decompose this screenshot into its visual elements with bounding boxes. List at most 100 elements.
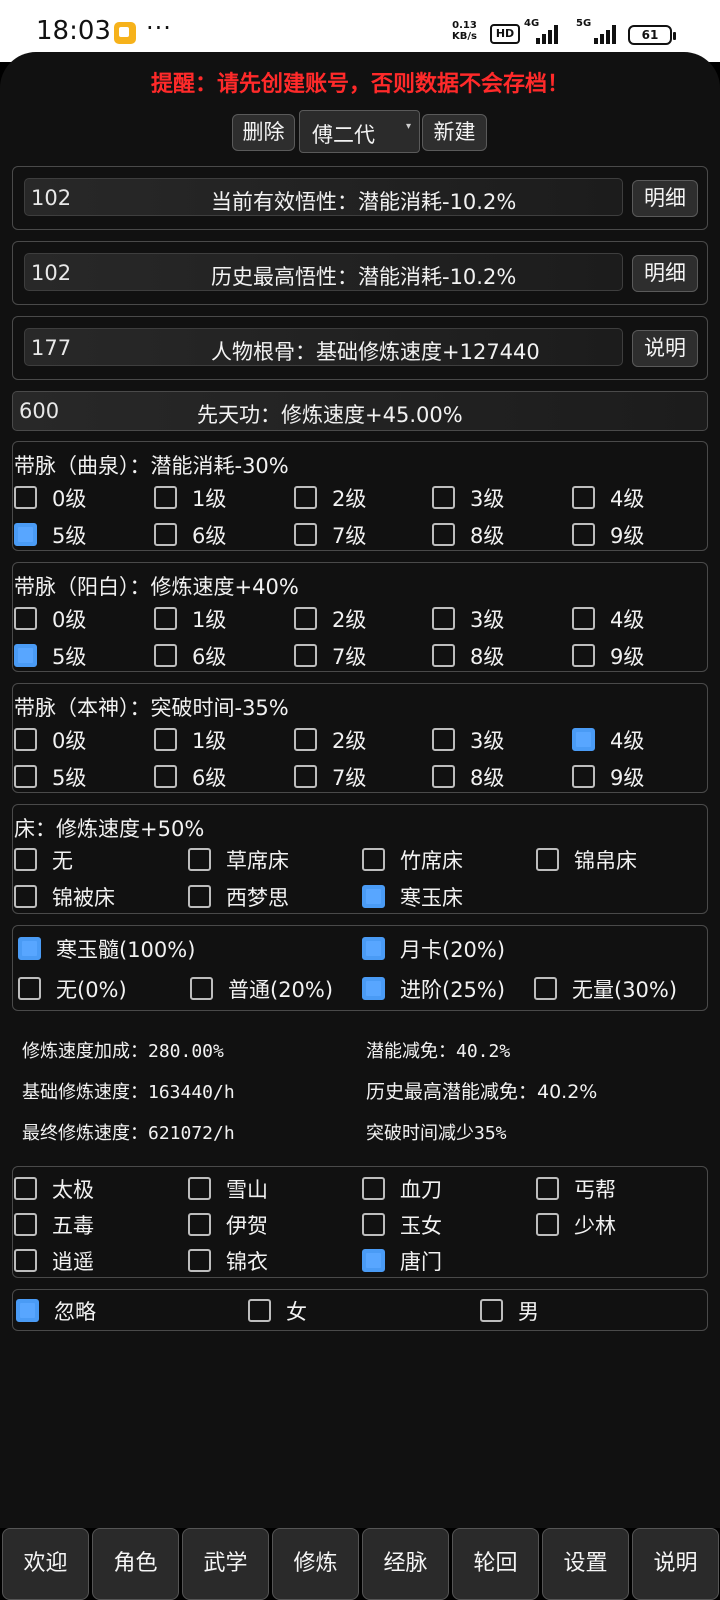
meridian-2-level-checkbox-0[interactable] [14, 728, 37, 751]
sect-checkbox-4[interactable] [14, 1213, 37, 1236]
meridian-0-level-checkbox-4[interactable] [572, 486, 595, 509]
meridian-0-level-checkbox-2[interactable] [294, 486, 317, 509]
bed-checkbox-3[interactable] [536, 848, 559, 871]
bed-label-3: 锦帛床 [574, 849, 637, 873]
bed-label-5: 西梦思 [226, 886, 289, 910]
meridian-0-level-checkbox-9[interactable] [572, 523, 595, 546]
meridian-2-level-checkbox-4[interactable] [572, 728, 595, 751]
sect-label-5: 伊贺 [226, 1214, 268, 1238]
meridian-2-level-label-0: 0级 [52, 729, 87, 753]
sect-checkbox-3[interactable] [536, 1177, 559, 1200]
account-select[interactable]: 傅二代 ▾ [299, 110, 420, 153]
bed-checkbox-6[interactable] [362, 885, 385, 908]
innate-skill-field[interactable]: 600 先天功：修炼速度+45.00% [12, 391, 708, 431]
hist-comprehension-detail-button[interactable]: 明细 [632, 255, 698, 292]
comprehension-value: 102 [31, 186, 72, 210]
gender-label-0: 忽略 [54, 1300, 96, 1324]
sect-checkbox-6[interactable] [362, 1213, 385, 1236]
meridian-1-level-checkbox-8[interactable] [432, 644, 455, 667]
sect-label-8: 逍遥 [52, 1250, 94, 1274]
gender-checkbox-0[interactable] [16, 1299, 39, 1322]
item-row2-checkbox-0[interactable] [18, 977, 41, 1000]
gender-checkbox-2[interactable] [480, 1299, 503, 1322]
hist-comprehension-field[interactable]: 102 历史最高悟性：潜能消耗-10.2% [24, 253, 623, 291]
meridian-0-level-checkbox-6[interactable] [154, 523, 177, 546]
account-select-value: 傅二代 [312, 123, 375, 147]
sect-checkbox-1[interactable] [188, 1177, 211, 1200]
meridian-1-level-label-7: 7级 [332, 645, 367, 669]
meridian-1-level-checkbox-9[interactable] [572, 644, 595, 667]
item-row1-checkbox-0[interactable] [18, 937, 41, 960]
gender-checkbox-1[interactable] [248, 1299, 271, 1322]
meridian-1-level-label-1: 1级 [192, 608, 227, 632]
meridian-1-level-checkbox-2[interactable] [294, 607, 317, 630]
battery-icon: 61 [628, 25, 676, 45]
delete-button[interactable]: 删除 [232, 114, 295, 151]
gender-label-2: 男 [518, 1300, 539, 1324]
meridian-0-level-label-9: 9级 [610, 524, 645, 548]
item-row1-checkbox-1[interactable] [362, 937, 385, 960]
hist-comprehension-value: 102 [31, 261, 72, 285]
new-button[interactable]: 新建 [422, 114, 487, 151]
meridian-2-level-checkbox-1[interactable] [154, 728, 177, 751]
meridian-1-level-checkbox-3[interactable] [432, 607, 455, 630]
meridian-1-level-checkbox-5[interactable] [14, 644, 37, 667]
meridian-2-level-label-1: 1级 [192, 729, 227, 753]
sect-checkbox-7[interactable] [536, 1213, 559, 1236]
bed-label-2: 竹席床 [400, 849, 463, 873]
item-row2-label-2: 进阶(25%) [400, 978, 506, 1002]
meridian-1-level-checkbox-0[interactable] [14, 607, 37, 630]
bed-checkbox-1[interactable] [188, 848, 211, 871]
bed-checkbox-0[interactable] [14, 848, 37, 871]
sect-checkbox-5[interactable] [188, 1213, 211, 1236]
meridian-2-level-checkbox-7[interactable] [294, 765, 317, 788]
meridian-0-level-checkbox-8[interactable] [432, 523, 455, 546]
bone-explain-button[interactable]: 说明 [632, 330, 698, 367]
tab-5[interactable]: 轮回 [452, 1528, 539, 1600]
meridian-0-level-checkbox-5[interactable] [14, 523, 37, 546]
sect-label-6: 玉女 [400, 1214, 442, 1238]
meridian-0-level-checkbox-7[interactable] [294, 523, 317, 546]
bed-checkbox-4[interactable] [14, 885, 37, 908]
item-row2-checkbox-2[interactable] [362, 977, 385, 1000]
sect-checkbox-0[interactable] [14, 1177, 37, 1200]
sect-label-9: 锦衣 [226, 1250, 268, 1274]
hist-comprehension-label: 历史最高悟性：潜能消耗-10.2% [211, 265, 517, 289]
meridian-1-level-checkbox-7[interactable] [294, 644, 317, 667]
tab-0[interactable]: 欢迎 [2, 1528, 89, 1600]
meridian-0-level-checkbox-1[interactable] [154, 486, 177, 509]
hist-potential-stat: 历史最高潜能减免：40.2% [366, 1081, 598, 1103]
meridian-1-level-checkbox-4[interactable] [572, 607, 595, 630]
tab-3[interactable]: 修炼 [272, 1528, 359, 1600]
sect-checkbox-8[interactable] [14, 1249, 37, 1272]
meridian-2-level-checkbox-8[interactable] [432, 765, 455, 788]
meridian-2-level-checkbox-3[interactable] [432, 728, 455, 751]
bone-field[interactable]: 177 人物根骨：基础修炼速度+127440 [24, 328, 623, 366]
meridian-1-level-checkbox-6[interactable] [154, 644, 177, 667]
meridian-0-level-checkbox-0[interactable] [14, 486, 37, 509]
meridian-2-level-checkbox-6[interactable] [154, 765, 177, 788]
sect-checkbox-9[interactable] [188, 1249, 211, 1272]
bed-checkbox-2[interactable] [362, 848, 385, 871]
bed-checkbox-5[interactable] [188, 885, 211, 908]
sect-checkbox-10[interactable] [362, 1249, 385, 1272]
comprehension-field[interactable]: 102 当前有效悟性：潜能消耗-10.2% [24, 178, 623, 216]
tab-2[interactable]: 武学 [182, 1528, 269, 1600]
tab-4[interactable]: 经脉 [362, 1528, 449, 1600]
meridian-1-level-checkbox-1[interactable] [154, 607, 177, 630]
meridian-2-level-checkbox-2[interactable] [294, 728, 317, 751]
tab-6[interactable]: 设置 [542, 1528, 629, 1600]
sect-checkbox-2[interactable] [362, 1177, 385, 1200]
item-row2-checkbox-1[interactable] [190, 977, 213, 1000]
tab-1[interactable]: 角色 [92, 1528, 179, 1600]
meridian-0-level-checkbox-3[interactable] [432, 486, 455, 509]
meridian-2-level-checkbox-5[interactable] [14, 765, 37, 788]
item-row2-checkbox-3[interactable] [534, 977, 557, 1000]
comprehension-detail-button[interactable]: 明细 [632, 180, 698, 217]
meridian-2-level-checkbox-9[interactable] [572, 765, 595, 788]
innate-skill-label: 先天功：修炼速度+45.00% [197, 403, 463, 427]
meridian-1-level-label-0: 0级 [52, 608, 87, 632]
meridian-0-level-label-4: 4级 [610, 487, 645, 511]
tab-7[interactable]: 说明 [632, 1528, 719, 1600]
meridian-2-level-label-9: 9级 [610, 766, 645, 790]
